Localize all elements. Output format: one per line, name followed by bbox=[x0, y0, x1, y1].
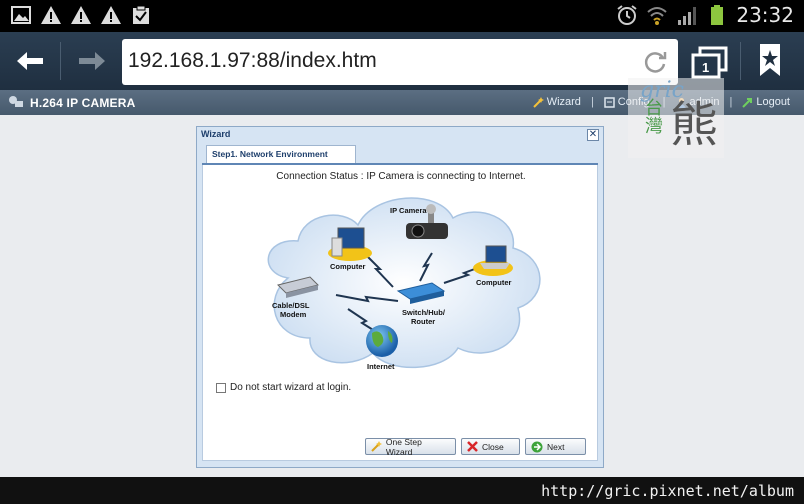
url-field[interactable]: 192.168.1.97:88/index.htm bbox=[122, 39, 678, 85]
alarm-icon bbox=[616, 4, 638, 26]
toolbar-divider bbox=[60, 42, 61, 80]
wand-icon bbox=[371, 441, 382, 452]
clipboard-check-icon bbox=[130, 4, 152, 26]
close-icon: ✕ bbox=[588, 129, 598, 140]
tabs-button[interactable]: 1 bbox=[690, 44, 730, 80]
tab-step1[interactable]: Step1. Network Environment bbox=[206, 145, 356, 163]
close-button[interactable]: Close bbox=[461, 438, 520, 455]
watermark-bear: 熊 bbox=[670, 99, 719, 152]
tabs-icon bbox=[691, 46, 728, 79]
wand-icon bbox=[532, 96, 544, 108]
arrow-left-icon bbox=[17, 52, 43, 70]
warning-icon bbox=[100, 4, 122, 26]
battery-icon bbox=[706, 4, 728, 26]
image-icon bbox=[10, 4, 32, 26]
one-step-wizard-button[interactable]: One Step Wizard bbox=[365, 436, 456, 457]
dont-start-wizard-checkbox[interactable] bbox=[216, 382, 226, 393]
wizard-title: Wizard bbox=[201, 129, 231, 139]
warning-icon bbox=[70, 4, 92, 26]
signal-icon bbox=[676, 4, 698, 26]
close-x-icon bbox=[467, 441, 478, 452]
camera-logo-icon bbox=[9, 96, 23, 107]
close-button-label: Close bbox=[482, 441, 504, 452]
watermark-logo: gric 台灣 熊 bbox=[628, 78, 724, 158]
bookmark-star-icon bbox=[760, 44, 780, 76]
menu-separator: | bbox=[729, 96, 733, 108]
refresh-button[interactable] bbox=[642, 49, 668, 80]
wifi-icon bbox=[646, 4, 668, 26]
menu-wizard[interactable]: Wizard bbox=[532, 96, 581, 108]
wizard-close-button[interactable]: ✕ bbox=[587, 129, 599, 141]
arrow-right-icon bbox=[79, 52, 105, 70]
back-button[interactable] bbox=[10, 44, 50, 78]
label-ip-camera: IP Camera bbox=[390, 206, 427, 215]
label-modem-line2: Modem bbox=[280, 310, 307, 319]
page-content: Wizard ✕ Step1. Network Environment Conn… bbox=[0, 115, 804, 477]
watermark-taiwan: 台灣 bbox=[643, 98, 663, 134]
config-icon bbox=[604, 96, 615, 108]
wizard-panel: Connection Status : IP Camera is connect… bbox=[202, 165, 598, 461]
toolbar-divider bbox=[740, 42, 741, 80]
menu-logout[interactable]: Logout bbox=[742, 96, 790, 108]
dont-start-wizard-label: Do not start wizard at login. bbox=[230, 382, 352, 393]
next-arrow-icon bbox=[531, 441, 543, 452]
wizard-dialog: Wizard ✕ Step1. Network Environment Conn… bbox=[196, 126, 604, 468]
url-text: 192.168.1.97:88/index.htm bbox=[128, 49, 377, 72]
dont-start-wizard-row: Do not start wizard at login. bbox=[216, 382, 351, 393]
clock: 23:32 bbox=[736, 3, 794, 27]
menu-separator: | bbox=[590, 96, 594, 108]
network-diagram: IP Camera Computer Computer Cable/DSL Mo… bbox=[267, 197, 541, 371]
label-computer-left: Computer bbox=[330, 262, 365, 271]
status-bar: 23:32 bbox=[0, 0, 804, 32]
menu-wizard-label: Wizard bbox=[546, 96, 581, 108]
one-step-wizard-label: One Step Wizard bbox=[385, 436, 422, 457]
connection-status: Connection Status : IP Camera is connect… bbox=[276, 171, 526, 182]
label-switch-line1: Switch/Hub/ bbox=[402, 308, 446, 317]
label-computer-right: Computer bbox=[476, 278, 511, 287]
label-internet: Internet bbox=[367, 362, 395, 371]
label-switch-line2: Router bbox=[411, 317, 435, 326]
footer-url: http://gric.pixnet.net/album bbox=[541, 482, 794, 500]
warning-icon bbox=[40, 4, 62, 26]
forward-button[interactable] bbox=[72, 44, 112, 78]
tab-count: 1 bbox=[702, 60, 710, 75]
internet-node: Internet bbox=[366, 325, 398, 371]
next-button[interactable]: Next bbox=[525, 438, 586, 455]
footer-bar: http://gric.pixnet.net/album bbox=[0, 477, 804, 504]
next-button-label: Next bbox=[547, 441, 565, 452]
logout-icon bbox=[742, 97, 753, 108]
label-modem-line1: Cable/DSL bbox=[272, 301, 310, 310]
menu-logout-label: Logout bbox=[756, 96, 790, 108]
refresh-icon bbox=[644, 52, 667, 73]
wizard-buttons: One Step Wizard Close Next bbox=[365, 436, 586, 457]
bookmark-button[interactable] bbox=[752, 42, 788, 80]
camera-title: H.264 IP CAMERA bbox=[30, 96, 136, 110]
